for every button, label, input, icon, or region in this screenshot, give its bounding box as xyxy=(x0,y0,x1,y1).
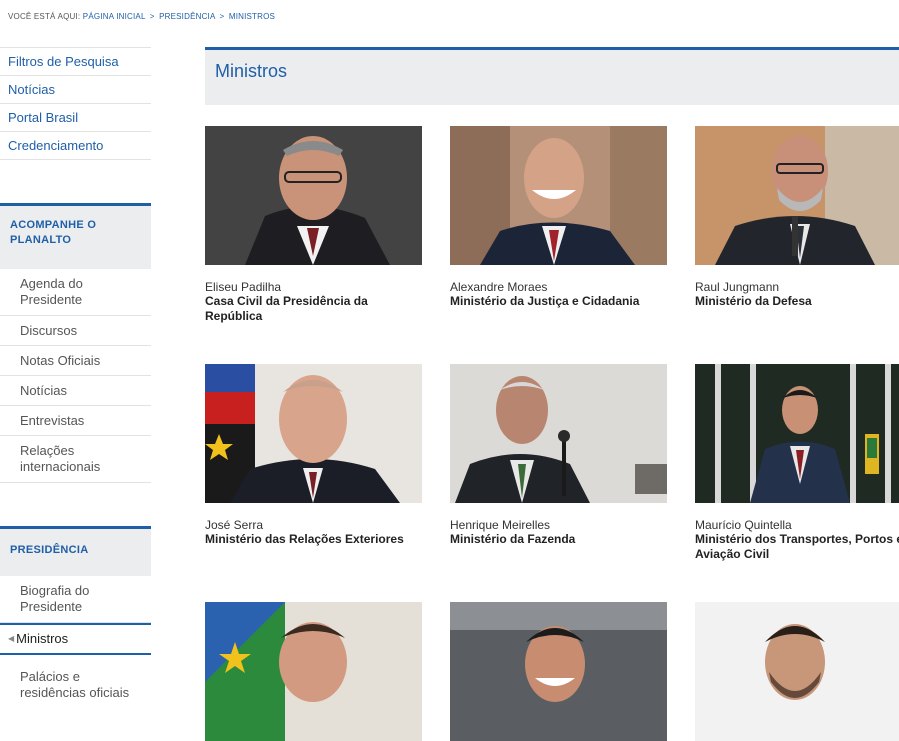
sidebar-item-filtros[interactable]: Filtros de Pesquisa xyxy=(0,48,151,76)
breadcrumb-separator: > xyxy=(219,12,225,21)
breadcrumb-current: MINISTROS xyxy=(228,12,276,21)
minister-card[interactable]: Eliseu Padilha Casa Civil da Presidência… xyxy=(205,126,422,324)
section-presidencia-header: PRESIDÊNCIA xyxy=(0,526,151,576)
minister-ministry: Casa Civil da Presidência da República xyxy=(205,294,368,323)
minister-photo[interactable] xyxy=(205,364,422,503)
sidebar: Filtros de Pesquisa Notícias Portal Bras… xyxy=(0,47,151,715)
section-acompanhe-list: Agenda do Presidente Discursos Notas Ofi… xyxy=(0,269,151,483)
breadcrumb-home-link[interactable]: PÁGINA INICIAL xyxy=(83,12,146,21)
minister-photo[interactable] xyxy=(450,602,667,741)
sidebar-item-ministros[interactable]: ◀ Ministros xyxy=(0,623,151,655)
sidebar-item-biografia[interactable]: Biografia do Presidente xyxy=(0,576,151,623)
minister-name: Henrique Meirelles xyxy=(450,518,551,532)
minister-photo[interactable] xyxy=(695,126,899,265)
sidebar-item-ministros-label: Ministros xyxy=(16,631,69,646)
section-acompanhe-header: ACOMPANHE O PLANALTO xyxy=(0,203,151,269)
minister-name: Maurício Quintella xyxy=(695,518,792,532)
minister-card[interactable] xyxy=(205,602,422,741)
minister-card[interactable]: Alexandre Moraes Ministério da Justiça e… xyxy=(450,126,667,309)
breadcrumb-separator: > xyxy=(149,12,155,21)
section-presidencia-list: Biografia do Presidente ◀ Ministros Palá… xyxy=(0,576,151,715)
minister-card[interactable] xyxy=(450,602,667,741)
sidebar-item-noticias-2[interactable]: Notícias xyxy=(0,376,151,406)
minister-photo[interactable] xyxy=(205,126,422,265)
sidebar-top-links: Filtros de Pesquisa Notícias Portal Bras… xyxy=(0,47,151,160)
minister-card[interactable]: Raul Jungmann Ministério da Defesa xyxy=(695,126,899,309)
minister-name: Raul Jungmann xyxy=(695,280,780,294)
minister-photo[interactable] xyxy=(205,602,422,741)
sidebar-item-relacoes[interactable]: Relações internacionais xyxy=(0,436,151,483)
minister-ministry: Ministério da Justiça e Cidadania xyxy=(450,294,640,308)
breadcrumb: VOCÊ ESTÁ AQUI: PÁGINA INICIAL > PRESIDÊ… xyxy=(8,12,275,21)
minister-card[interactable]: José Serra Ministério das Relações Exter… xyxy=(205,364,422,547)
caret-left-icon: ◀ xyxy=(8,634,15,643)
sidebar-item-entrevistas[interactable]: Entrevistas xyxy=(0,406,151,436)
sidebar-item-discursos[interactable]: Discursos xyxy=(0,316,151,346)
minister-ministry: Ministério da Fazenda xyxy=(450,532,576,546)
minister-photo[interactable] xyxy=(695,602,899,741)
minister-name: José Serra xyxy=(205,518,264,532)
minister-ministry: Ministério da Defesa xyxy=(695,294,812,308)
page-title: Ministros xyxy=(205,47,899,105)
minister-ministry: Ministério dos Transportes, Portos e Avi… xyxy=(695,532,899,561)
breadcrumb-prefix: VOCÊ ESTÁ AQUI: xyxy=(8,12,81,21)
sidebar-item-portal-brasil[interactable]: Portal Brasil xyxy=(0,104,151,132)
minister-photo[interactable] xyxy=(450,126,667,265)
minister-photo[interactable] xyxy=(450,364,667,503)
sidebar-item-noticias[interactable]: Notícias xyxy=(0,76,151,104)
sidebar-item-credenciamento[interactable]: Credenciamento xyxy=(0,132,151,160)
main-content: Ministros Eliseu Padilha Casa Civil da P… xyxy=(205,47,899,741)
minister-card[interactable]: Henrique Meirelles Ministério da Fazenda xyxy=(450,364,667,547)
breadcrumb-presidencia-link[interactable]: PRESIDÊNCIA xyxy=(159,12,215,21)
minister-name: Alexandre Moraes xyxy=(450,280,548,294)
sidebar-item-agenda[interactable]: Agenda do Presidente xyxy=(0,269,151,316)
minister-photo[interactable] xyxy=(695,364,899,503)
minister-card[interactable]: Maurício Quintella Ministério dos Transp… xyxy=(695,364,899,562)
sidebar-item-palacios[interactable]: Palácios e residências oficiais xyxy=(0,655,151,715)
sidebar-item-notas-oficiais[interactable]: Notas Oficiais xyxy=(0,346,151,376)
minister-ministry: Ministério das Relações Exteriores xyxy=(205,532,404,546)
minister-card[interactable] xyxy=(695,602,899,741)
minister-name: Eliseu Padilha xyxy=(205,280,282,294)
